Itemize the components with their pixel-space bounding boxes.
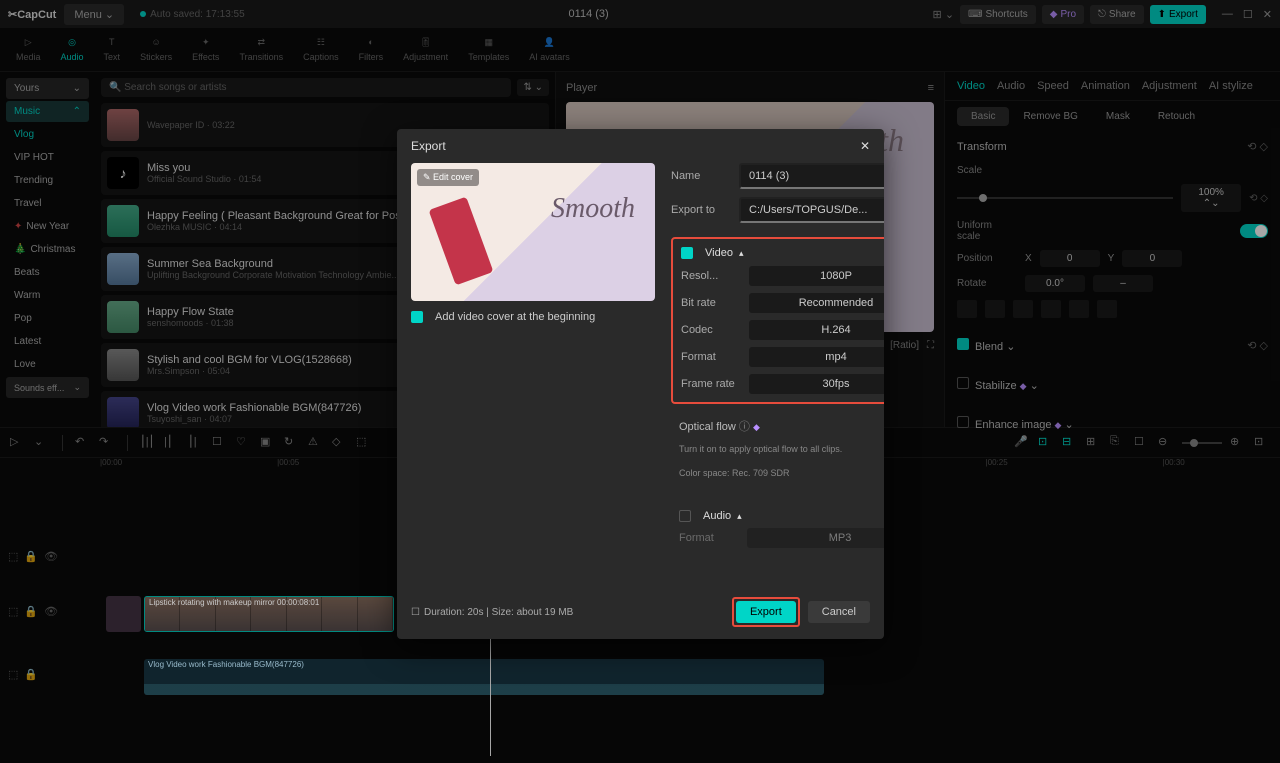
bitrate-select[interactable]: Recommended bbox=[749, 293, 884, 313]
colorspace: Color space: Rec. 709 SDR bbox=[671, 466, 884, 482]
export-dialog: Export ✕ ✎ Edit cover Smooth Add video c… bbox=[397, 129, 884, 639]
audio-section-title: Audio bbox=[703, 510, 731, 522]
audio-format-select[interactable]: MP3 bbox=[747, 528, 884, 548]
cancel-button[interactable]: Cancel bbox=[808, 601, 870, 623]
path-input[interactable] bbox=[739, 197, 884, 223]
name-input[interactable] bbox=[739, 163, 884, 189]
export-info: ☐ Duration: 20s | Size: about 19 MB bbox=[411, 607, 732, 618]
add-cover-checkbox[interactable]: Add video cover at the beginning bbox=[411, 311, 655, 323]
close-icon[interactable]: ✕ bbox=[860, 139, 870, 153]
codec-select[interactable]: H.264 bbox=[749, 320, 884, 340]
edit-cover-button[interactable]: ✎ Edit cover bbox=[417, 169, 479, 186]
optical-flow-desc: Turn it on to apply optical flow to all … bbox=[671, 442, 884, 458]
video-section-title: Video bbox=[705, 247, 733, 259]
dialog-title: Export bbox=[411, 139, 446, 153]
video-settings-box: Video ▴ Resol...1080P Bit rateRecommende… bbox=[671, 237, 884, 404]
cover-preview: ✎ Edit cover Smooth bbox=[411, 163, 655, 301]
resolution-select[interactable]: 1080P bbox=[749, 266, 884, 286]
export-button[interactable]: Export bbox=[736, 601, 796, 623]
format-select[interactable]: mp4 bbox=[749, 347, 884, 367]
fps-select[interactable]: 30fps bbox=[749, 374, 884, 394]
